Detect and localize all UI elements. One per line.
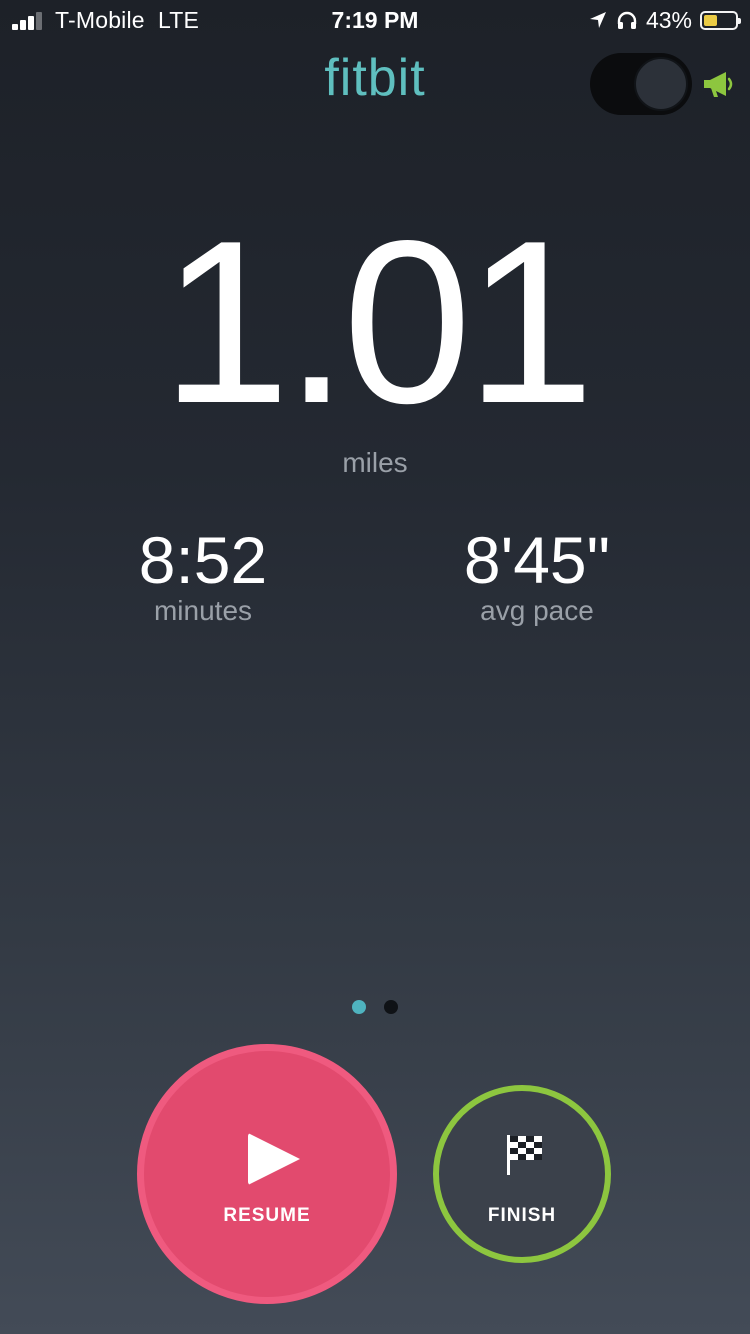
- battery-icon: [700, 10, 741, 30]
- duration-stat: 8:52 minutes: [53, 525, 353, 627]
- location-arrow-icon: [589, 12, 606, 28]
- duration-value: 8:52: [138, 523, 268, 597]
- audio-cues-toggle[interactable]: [590, 53, 692, 115]
- pace-value: 8'45": [463, 523, 611, 597]
- headphones-icon: [617, 11, 637, 29]
- distance-value: 1.01: [161, 193, 595, 452]
- page-dot[interactable]: [352, 1000, 366, 1014]
- finish-label: FINISH: [487, 1205, 557, 1226]
- resume-button[interactable]: RESUME: [137, 1044, 397, 1304]
- page-indicator: [0, 1000, 750, 1014]
- status-bar: T-Mobile LTE 7:19 PM 43%: [0, 0, 750, 40]
- megaphone-icon[interactable]: [700, 66, 736, 102]
- pace-label: avg pace: [480, 595, 594, 626]
- battery-percent: 43%: [645, 7, 692, 33]
- distance-unit-label: miles: [342, 447, 408, 478]
- play-icon: [248, 1133, 300, 1185]
- finish-button[interactable]: FINISH: [433, 1085, 611, 1263]
- toggle-knob: [634, 57, 688, 111]
- battery-level-fill: [704, 14, 717, 26]
- page-dot[interactable]: [384, 1000, 398, 1014]
- checkered-flag-icon: [507, 1135, 542, 1175]
- pace-stat: 8'45" avg pace: [387, 525, 687, 627]
- duration-label: minutes: [153, 595, 253, 626]
- resume-label: RESUME: [223, 1205, 311, 1226]
- status-right-group: 43%: [588, 6, 741, 34]
